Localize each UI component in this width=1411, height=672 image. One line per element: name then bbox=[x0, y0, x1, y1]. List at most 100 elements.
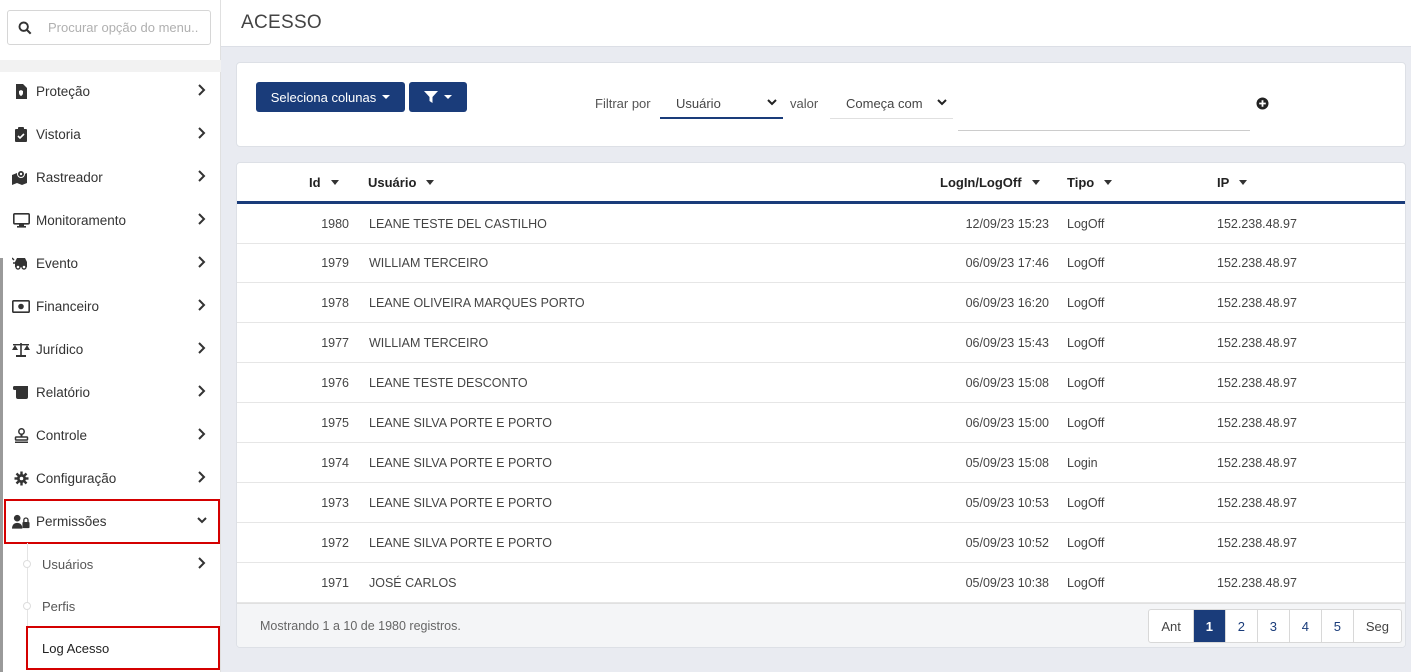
chevron-right-icon bbox=[198, 299, 206, 311]
user-lock-icon bbox=[12, 514, 30, 530]
cell-datetime: 06/09/23 15:08 bbox=[965, 376, 1049, 390]
sort-icon bbox=[330, 180, 339, 185]
submenu-item-log-acesso[interactable]: Log Acesso bbox=[26, 626, 220, 670]
cell-datetime: 05/09/23 10:52 bbox=[965, 536, 1049, 550]
sort-icon bbox=[1239, 180, 1248, 185]
submenu-item-label: Log Acesso bbox=[42, 640, 110, 656]
chevron-right-icon bbox=[198, 385, 206, 397]
search-icon bbox=[18, 21, 32, 34]
menu-item-label: Permissões bbox=[36, 514, 107, 529]
submenu-item-label: Perfis bbox=[42, 598, 76, 614]
chevron-right-icon bbox=[198, 256, 206, 268]
table-row[interactable]: 1980 LEANE TESTE DEL CASTILHO 12/09/23 1… bbox=[237, 204, 1405, 244]
pagination-prev[interactable]: Ant bbox=[1149, 610, 1193, 642]
menu-item-financeiro[interactable]: Financeiro bbox=[5, 285, 219, 328]
submenu-item-label: Usuários bbox=[42, 556, 94, 572]
submenu-item-perfis[interactable]: Perfis bbox=[5, 585, 219, 627]
pagination-page[interactable]: 2 bbox=[1224, 610, 1257, 642]
chevron-right-icon bbox=[198, 84, 206, 96]
cell-ip: 152.238.48.97 bbox=[1217, 256, 1297, 270]
sidebar-scrollbar[interactable] bbox=[0, 258, 3, 672]
pagination-page[interactable]: 1 bbox=[1192, 610, 1225, 642]
column-header-ip[interactable]: IP bbox=[1217, 175, 1248, 190]
file-shield-icon bbox=[12, 84, 30, 100]
chevron-right-icon bbox=[198, 428, 206, 440]
map-marker-icon bbox=[12, 170, 30, 186]
add-filter-icon[interactable] bbox=[1256, 97, 1269, 110]
menu-item-juridico[interactable]: Jurídico bbox=[5, 328, 219, 371]
select-columns-label: Seleciona colunas bbox=[270, 89, 377, 105]
menu-item-label: Evento bbox=[36, 256, 79, 271]
sort-icon bbox=[1104, 180, 1113, 185]
cell-datetime: 06/09/23 15:00 bbox=[965, 416, 1049, 430]
filter-mode-select[interactable]: Começa com bbox=[830, 89, 953, 119]
pagination-page[interactable]: 4 bbox=[1288, 610, 1321, 642]
cell-tipo: Login bbox=[1067, 456, 1098, 470]
table-row[interactable]: 1972 LEANE SILVA PORTE E PORTO 05/09/23 … bbox=[237, 523, 1405, 563]
column-header-label: Id bbox=[309, 175, 321, 190]
cell-ip: 152.238.48.97 bbox=[1217, 217, 1297, 231]
table-row[interactable]: 1977 WILLIAM TERCEIRO 06/09/23 15:43 Log… bbox=[237, 323, 1405, 363]
filter-panel: Seleciona colunas Filtrar por Usuário va… bbox=[236, 62, 1406, 147]
filter-button[interactable] bbox=[409, 82, 467, 112]
cell-ip: 152.238.48.97 bbox=[1217, 296, 1297, 310]
table-row[interactable]: 1974 LEANE SILVA PORTE E PORTO 05/09/23 … bbox=[237, 443, 1405, 483]
money-icon bbox=[12, 299, 30, 315]
column-header-label: LogIn/LogOff bbox=[940, 175, 1022, 190]
menu-item-rastreador[interactable]: Rastreador bbox=[5, 156, 219, 199]
table-row[interactable]: 1978 LEANE OLIVEIRA MARQUES PORTO 06/09/… bbox=[237, 283, 1405, 323]
chevron-down-icon bbox=[937, 99, 947, 106]
table-row[interactable]: 1979 WILLIAM TERCEIRO 06/09/23 17:46 Log… bbox=[237, 243, 1405, 283]
menu-item-evento[interactable]: Evento bbox=[5, 242, 219, 285]
menu-item-permissoes[interactable]: Permissões bbox=[4, 499, 220, 544]
search-input[interactable] bbox=[48, 20, 198, 35]
cell-datetime: 06/09/23 15:43 bbox=[965, 336, 1049, 350]
gear-icon bbox=[12, 471, 30, 487]
cell-tipo: LogOff bbox=[1067, 256, 1105, 270]
access-log-table: Id Usuário LogIn/LogOff Tipo IP 1980 LEA… bbox=[236, 162, 1406, 648]
menu-item-protecao[interactable]: Proteção bbox=[5, 70, 219, 113]
filter-icon bbox=[424, 91, 438, 103]
menu-item-label: Controle bbox=[36, 428, 88, 443]
menu-item-label: Proteção bbox=[36, 84, 91, 99]
chevron-down-icon bbox=[197, 517, 207, 524]
table-row[interactable]: 1971 JOSÉ CARLOS 05/09/23 10:38 LogOff 1… bbox=[237, 563, 1405, 603]
car-crash-icon bbox=[12, 256, 30, 272]
cell-ip: 152.238.48.97 bbox=[1217, 376, 1297, 390]
table-row[interactable]: 1976 LEANE TESTE DESCONTO 06/09/23 15:08… bbox=[237, 363, 1405, 403]
pagination-page[interactable]: 3 bbox=[1256, 610, 1289, 642]
table-row[interactable]: 1975 LEANE SILVA PORTE E PORTO 06/09/23 … bbox=[237, 403, 1405, 443]
filter-field-select[interactable]: Usuário bbox=[660, 89, 783, 119]
scale-icon bbox=[12, 342, 30, 358]
select-columns-button[interactable]: Seleciona colunas bbox=[256, 82, 405, 112]
filter-by-label: Filtrar por bbox=[595, 96, 651, 111]
records-summary: Mostrando 1 a 10 de 1980 registros. bbox=[260, 619, 461, 633]
menu-item-relatorio[interactable]: Relatório bbox=[5, 371, 219, 414]
pagination: Ant 1 2 3 4 5 Seg bbox=[1148, 609, 1402, 643]
filter-value-input[interactable] bbox=[958, 99, 1250, 131]
menu-item-monitoramento[interactable]: Monitoramento bbox=[5, 199, 219, 242]
column-header-id[interactable]: Id bbox=[309, 175, 339, 190]
menu-item-vistoria[interactable]: Vistoria bbox=[5, 113, 219, 156]
cell-tipo: LogOff bbox=[1067, 217, 1105, 231]
pagination-page[interactable]: 5 bbox=[1320, 610, 1353, 642]
menu-item-label: Monitoramento bbox=[36, 213, 127, 228]
cell-tipo: LogOff bbox=[1067, 296, 1105, 310]
table-row[interactable]: 1973 LEANE SILVA PORTE E PORTO 05/09/23 … bbox=[237, 483, 1405, 523]
column-header-usuario[interactable]: Usuário bbox=[368, 175, 435, 190]
caret-down-icon bbox=[382, 95, 391, 99]
column-header-label: Tipo bbox=[1067, 175, 1095, 190]
cell-datetime: 05/09/23 10:38 bbox=[965, 576, 1049, 590]
menu-item-label: Financeiro bbox=[36, 299, 100, 314]
column-header-login-logoff[interactable]: LogIn/LogOff bbox=[940, 175, 1040, 190]
column-header-label: IP bbox=[1217, 175, 1230, 190]
menu-item-controle[interactable]: Controle bbox=[5, 414, 219, 457]
cell-datetime: 05/09/23 10:53 bbox=[965, 496, 1049, 510]
menu-item-configuracao[interactable]: Configuração bbox=[5, 457, 219, 500]
pagination-next[interactable]: Seg bbox=[1352, 610, 1401, 642]
submenu-item-usuarios[interactable]: Usuários bbox=[5, 543, 219, 585]
monitor-icon bbox=[12, 213, 30, 229]
column-header-tipo[interactable]: Tipo bbox=[1067, 175, 1113, 190]
filter-field-value: Usuário bbox=[676, 95, 721, 111]
menu-search[interactable] bbox=[7, 10, 211, 45]
